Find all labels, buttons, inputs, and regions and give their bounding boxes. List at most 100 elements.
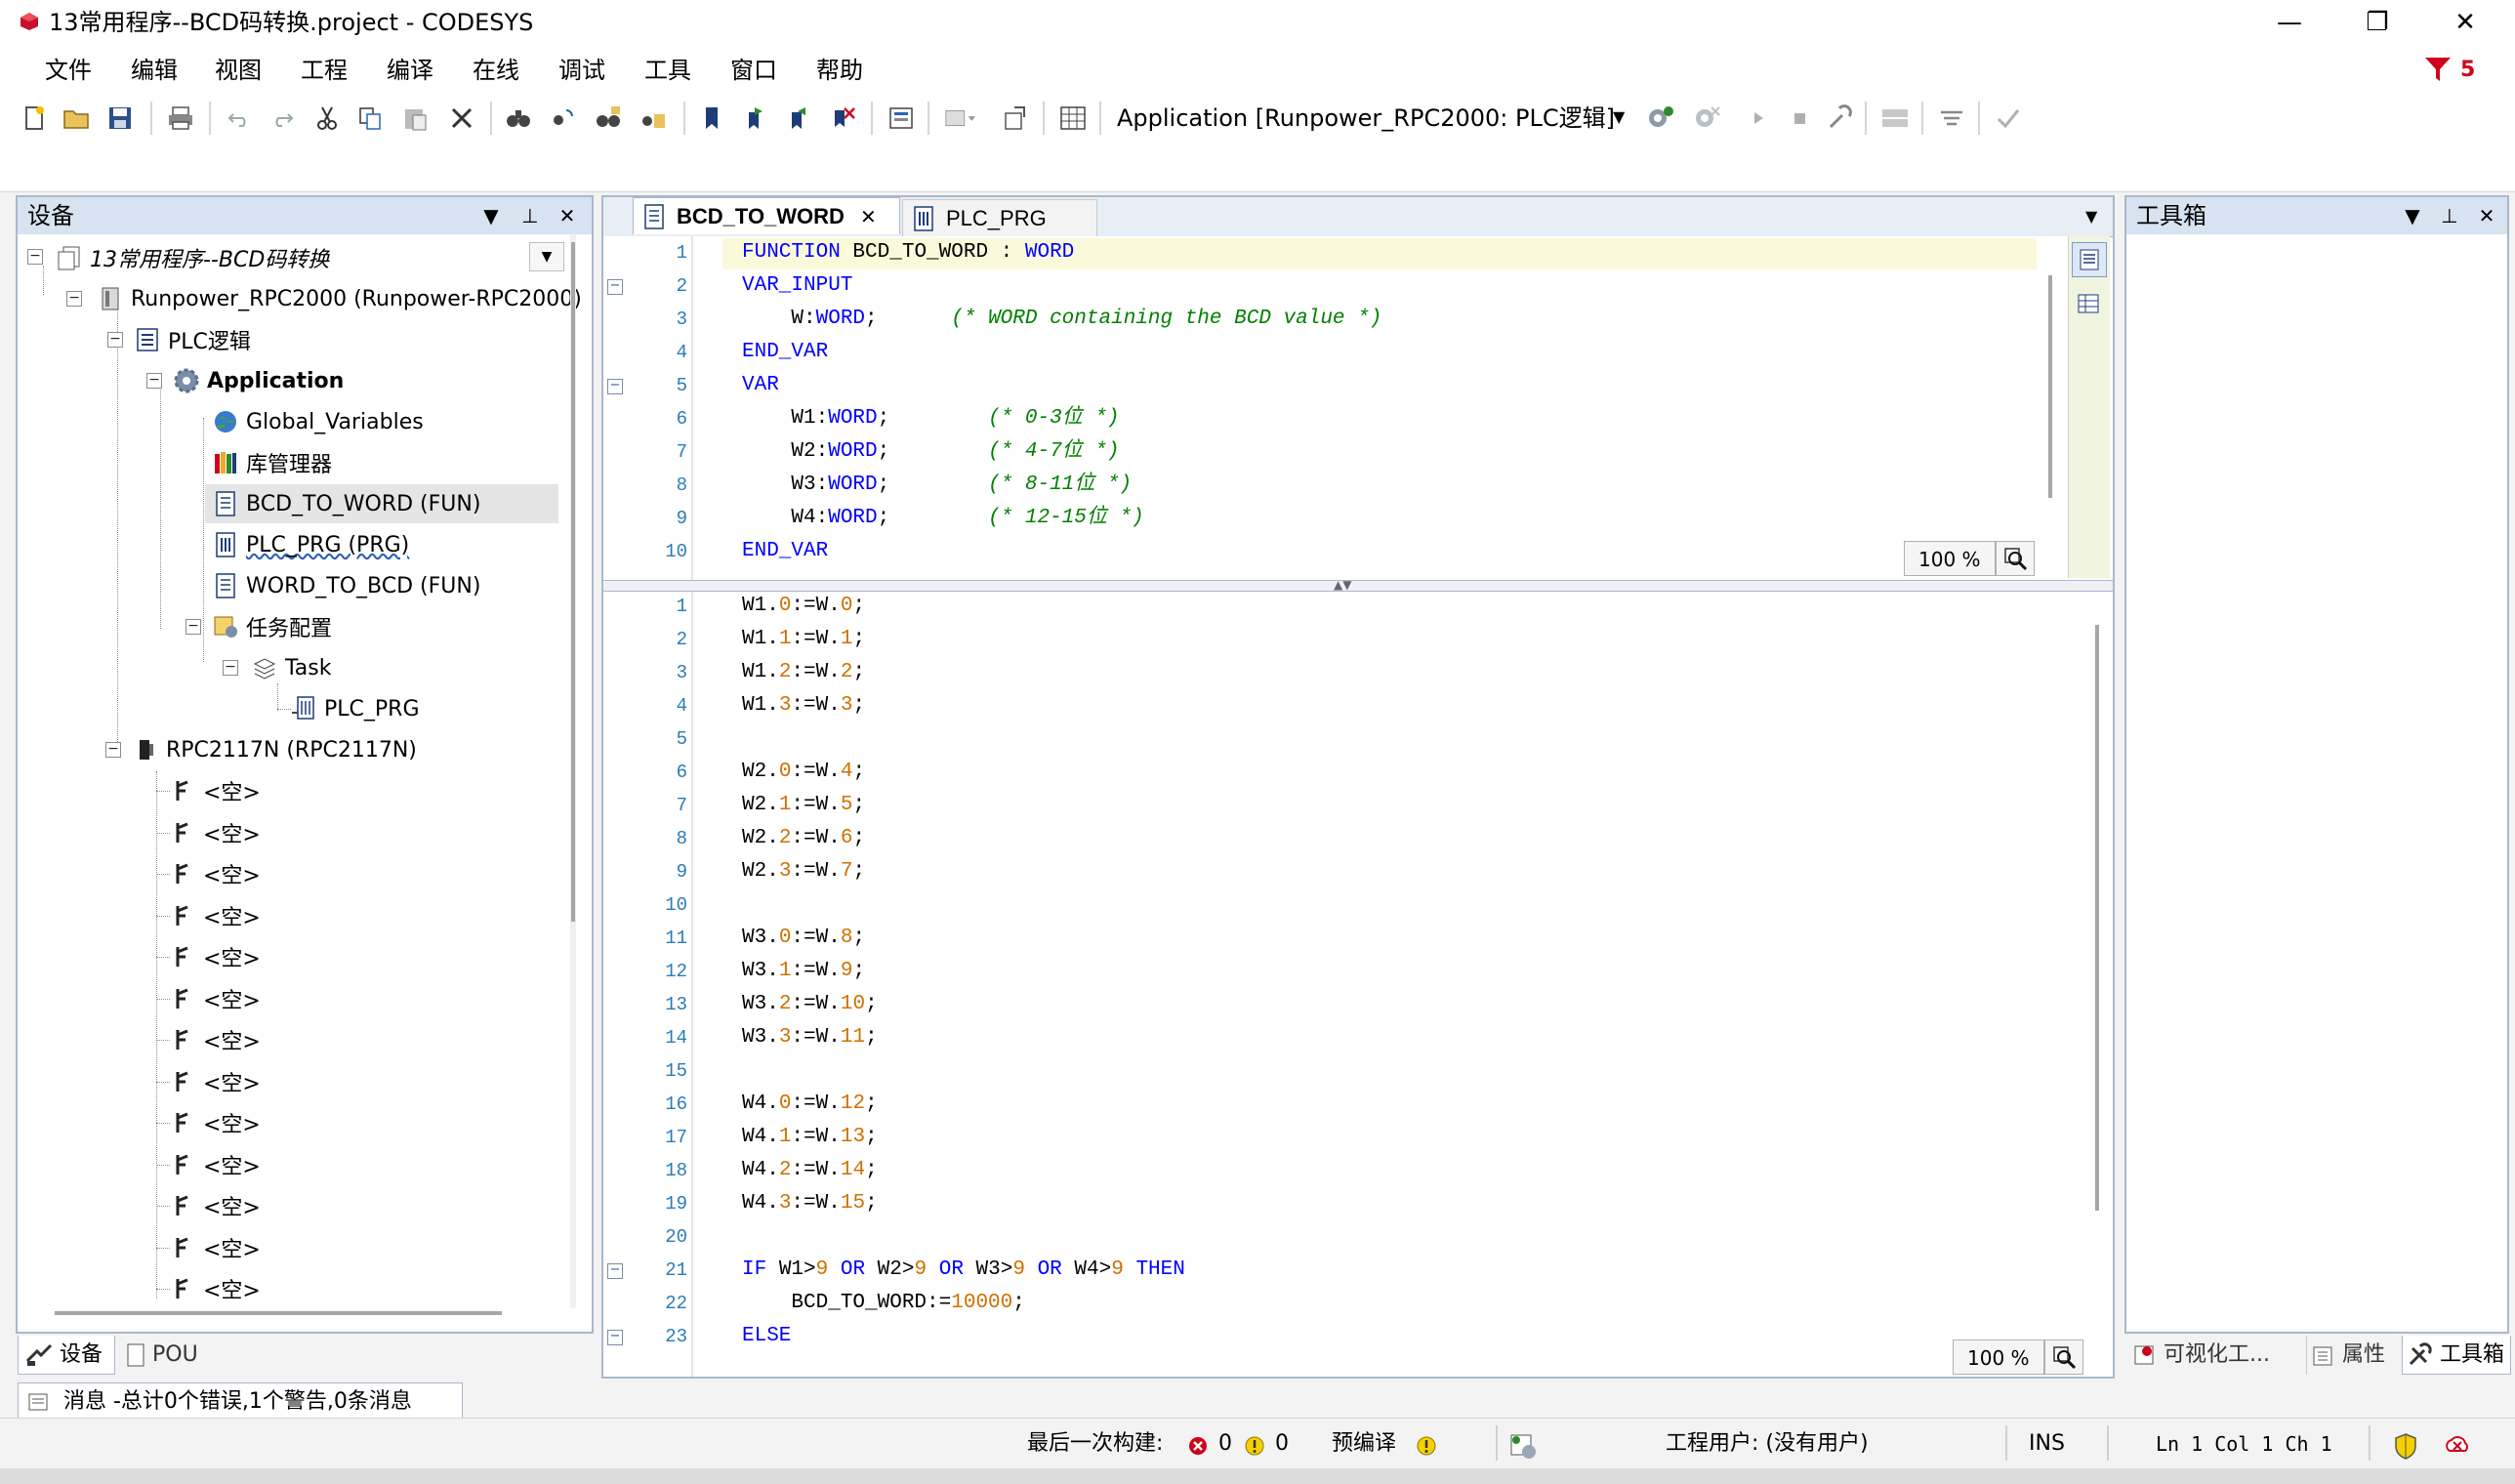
collapse-toggle[interactable]: − (107, 332, 123, 348)
collapse-toggle[interactable]: − (66, 291, 82, 307)
close-icon[interactable]: ✕ (553, 197, 582, 234)
code-line[interactable]: W3.1:=W.9; (742, 955, 865, 988)
tree-item-empty-slot[interactable]: <空> (168, 1103, 261, 1142)
code-line[interactable]: W2.3:=W.7; (742, 855, 865, 888)
bookmark-next-icon[interactable] (738, 102, 771, 135)
pin-icon[interactable]: ⊥ (2435, 197, 2464, 234)
tree-item-project-root[interactable]: 13常用程序--BCD码转换 (55, 238, 329, 277)
cross-reference-icon[interactable] (637, 102, 670, 135)
code-line[interactable]: END_VAR (742, 336, 828, 369)
tab-list-dropdown-icon[interactable]: ▼ (2085, 207, 2097, 226)
code-line[interactable]: END_VAR (742, 535, 828, 568)
splitter-arrows-icon[interactable]: ▲▼ (1334, 578, 1351, 592)
tree-item-empty-slot[interactable]: <空> (168, 771, 261, 810)
menu-project[interactable]: 工程 (295, 53, 353, 88)
write-values-icon[interactable] (1992, 102, 2025, 135)
code-line[interactable]: W4.3:=W.15; (742, 1187, 878, 1220)
menu-window[interactable]: 窗口 (724, 53, 783, 88)
collapse-toggle[interactable]: − (186, 619, 201, 635)
implementation-zoom-value[interactable]: 100 % (1953, 1340, 2044, 1375)
code-line[interactable]: IF W1>9 OR W2>9 OR W3>9 OR W4>9 THEN (742, 1254, 1185, 1287)
cloud-disconnected-icon[interactable] (2443, 1431, 2472, 1459)
tab-bcd-to-word[interactable]: BCD_TO_WORD ✕ (633, 197, 900, 234)
code-line[interactable]: BCD_TO_WORD:=10000; (742, 1287, 1024, 1320)
tree-item-empty-slot[interactable]: <空> (168, 896, 261, 935)
code-line[interactable]: FUNCTION BCD_TO_WORD : WORD (742, 236, 1074, 269)
tree-item-empty-slot[interactable]: <空> (168, 1020, 261, 1059)
tree-item-empty-slot[interactable]: <空> (168, 854, 261, 893)
find-icon[interactable] (502, 102, 535, 135)
tree-item-empty-slot[interactable]: <空> (168, 1062, 261, 1101)
tree-item-plc-prg[interactable]: PLC_PRG (PRG) (211, 525, 409, 564)
close-tab-icon[interactable]: ✕ (860, 198, 877, 235)
tree-item-library-manager[interactable]: 库管理器 (211, 443, 332, 482)
tree-dropdown-icon[interactable]: ▼ (529, 242, 564, 271)
code-line[interactable]: W2.2:=W.6; (742, 822, 865, 855)
code-line[interactable]: VAR_INPUT (742, 269, 852, 303)
implementation-scrollbar-thumb[interactable] (2095, 625, 2099, 1211)
code-line[interactable]: W4.1:=W.13; (742, 1121, 878, 1154)
code-line[interactable]: W3.2:=W.10; (742, 988, 878, 1021)
menu-tools[interactable]: 工具 (639, 53, 697, 88)
tree-item-empty-slot[interactable]: <空> (168, 937, 261, 976)
project-environment-icon[interactable] (1507, 1431, 1539, 1461)
menu-online[interactable]: 在线 (467, 53, 525, 88)
redo-icon[interactable] (266, 102, 299, 135)
code-line[interactable]: W1.1:=W.1; (742, 623, 865, 656)
shield-icon[interactable] (2392, 1431, 2419, 1461)
code-line[interactable]: W4.2:=W.14; (742, 1154, 878, 1187)
open-folder-icon[interactable] (61, 102, 94, 135)
tab-plc-prg[interactable]: PLC_PRG (902, 199, 1097, 236)
insert-element-icon[interactable] (943, 102, 976, 135)
tab-pou[interactable]: POU (121, 1336, 219, 1375)
tree-item-application[interactable]: Application (172, 361, 344, 400)
stop-icon[interactable] (1783, 102, 1816, 135)
grid-view-icon[interactable] (1056, 102, 1090, 135)
chevron-down-icon[interactable]: ▼ (1613, 107, 1625, 126)
collapse-toggle[interactable]: − (27, 249, 43, 265)
code-line[interactable]: W3.3:=W.11; (742, 1021, 878, 1054)
tabular-view-button[interactable] (2072, 287, 2105, 320)
fold-toggle[interactable]: − (607, 1330, 623, 1345)
undo-icon[interactable] (223, 102, 256, 135)
code-line[interactable]: ELSE (742, 1320, 791, 1353)
collapse-toggle[interactable]: − (105, 742, 121, 758)
tree-item-word-to-bcd[interactable]: WORD_TO_BCD (FUN) (211, 566, 480, 605)
login-icon[interactable] (1644, 102, 1677, 135)
menu-view[interactable]: 视图 (209, 53, 268, 88)
code-line[interactable]: W1:WORD; (* 0-3位 *) (742, 402, 1119, 435)
tab-devices[interactable]: 设备 (18, 1336, 115, 1375)
export-icon[interactable] (998, 102, 1031, 135)
collapse-toggle[interactable]: − (223, 660, 238, 676)
precompile-warning-icon[interactable] (1416, 1435, 1437, 1457)
tab-toolbox[interactable]: 工具箱 (2402, 1336, 2511, 1375)
declaration-zoom-button[interactable] (1996, 541, 2035, 576)
code-line[interactable]: W2:WORD; (* 4-7位 *) (742, 435, 1119, 469)
tab-messages[interactable]: 消息 -总计0个错误,1个警告,0条消息 (18, 1382, 463, 1422)
close-icon[interactable]: ✕ (2472, 197, 2501, 234)
fold-toggle[interactable]: − (607, 379, 623, 394)
collapse-toggle[interactable]: − (146, 373, 162, 389)
fold-toggle[interactable]: − (607, 279, 623, 295)
save-icon[interactable] (103, 102, 137, 135)
panel-dropdown-icon[interactable]: ▼ (476, 197, 506, 234)
tree-item-device[interactable]: Runpower_RPC2000 (Runpower-RPC2000) (96, 279, 582, 318)
tab-properties[interactable]: 属性 (2306, 1336, 2400, 1375)
bookmark-prev-icon[interactable] (781, 102, 814, 135)
tree-item-task-configuration[interactable]: 任务配置 (211, 607, 332, 646)
textual-view-button[interactable] (2072, 242, 2107, 277)
code-line[interactable]: W3:WORD; (* 8-11位 *) (742, 469, 1132, 502)
tree-item-global-variables[interactable]: Global_Variables (211, 402, 424, 441)
menu-edit[interactable]: 编辑 (125, 53, 184, 88)
menu-help[interactable]: 帮助 (810, 53, 869, 88)
declaration-scrollbar-thumb[interactable] (2048, 275, 2052, 498)
tree-item-empty-slot[interactable]: <空> (168, 1228, 261, 1267)
code-line[interactable]: W4:WORD; (* 12-15位 *) (742, 502, 1143, 535)
start-icon[interactable] (1742, 102, 1775, 135)
delete-icon[interactable] (445, 102, 478, 135)
tree-item-bcd-to-word[interactable]: BCD_TO_WORD (FUN) (211, 484, 480, 523)
find-replace-icon[interactable] (547, 102, 580, 135)
code-line[interactable]: VAR (742, 369, 779, 402)
breakpoint-icon[interactable] (1878, 102, 1912, 135)
panel-dropdown-icon[interactable]: ▼ (2398, 197, 2427, 234)
